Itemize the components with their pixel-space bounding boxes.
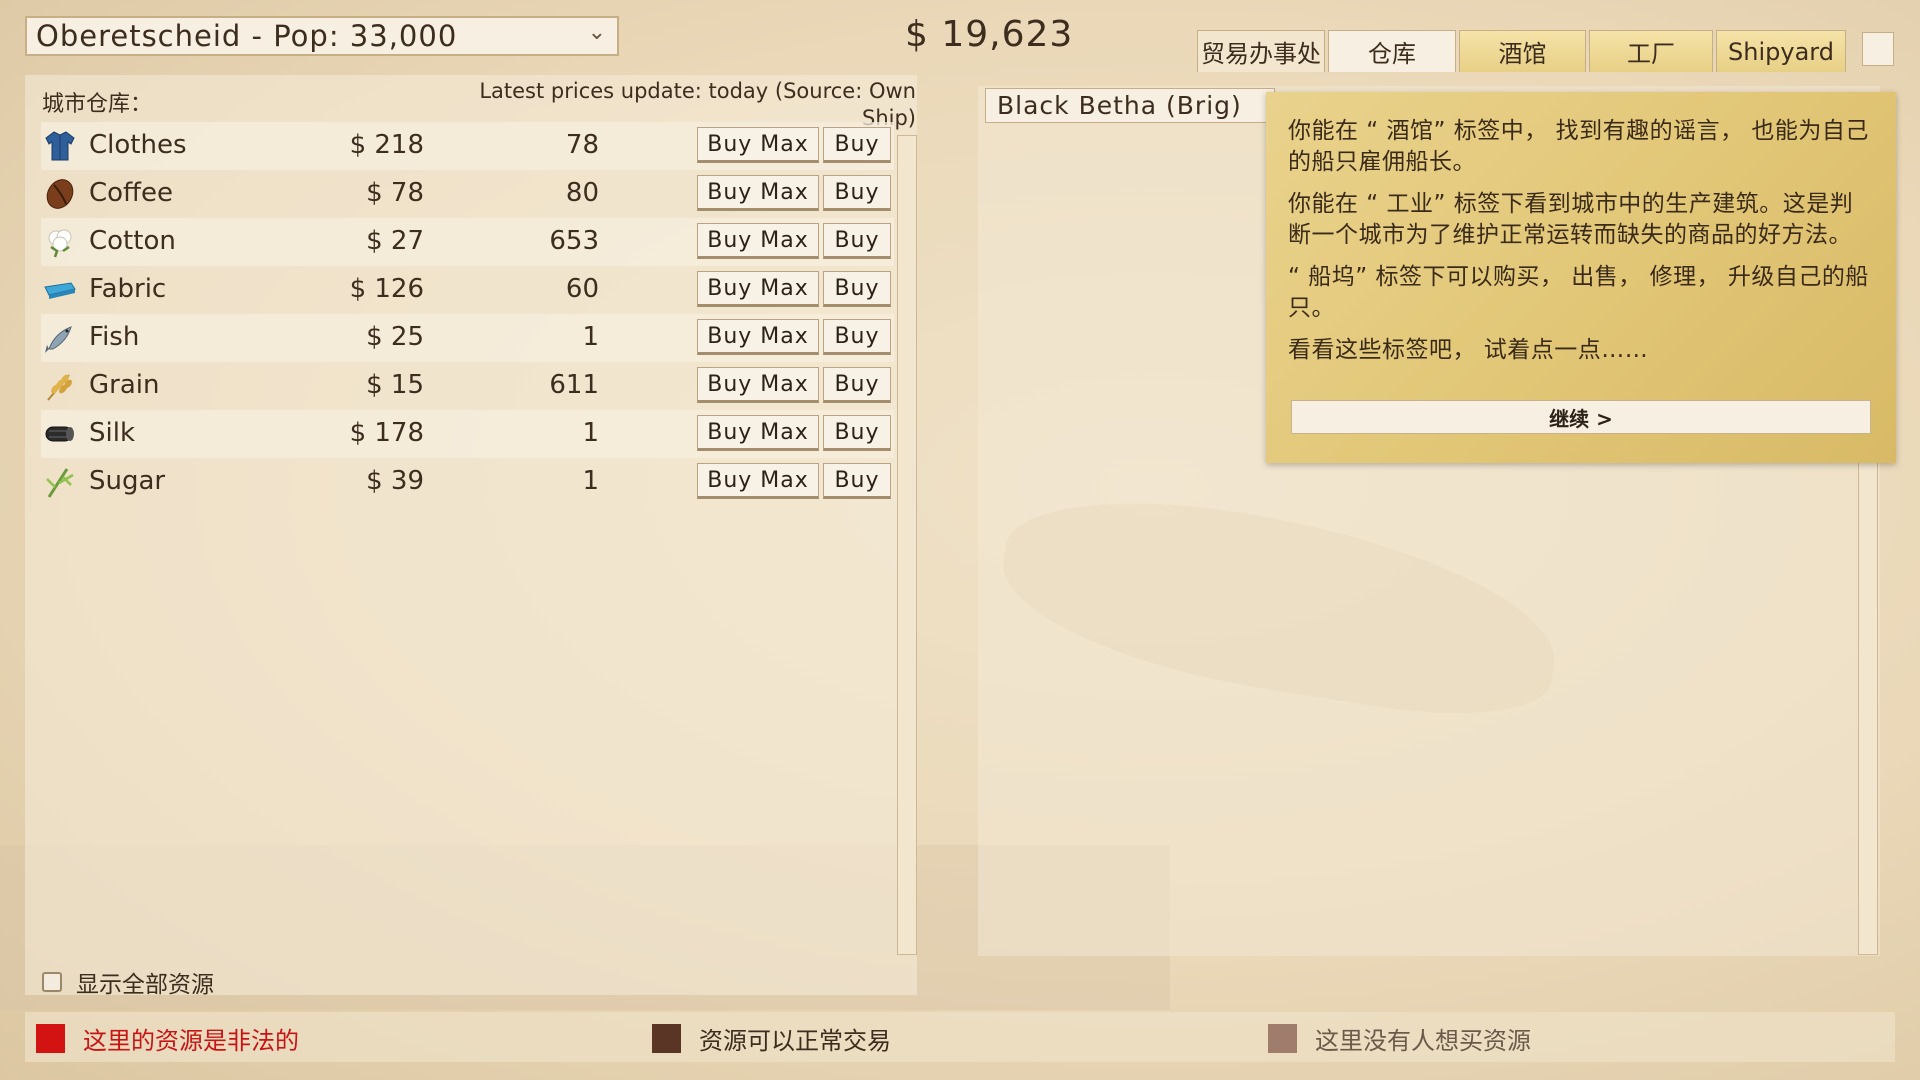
buy-button[interactable]: Buy bbox=[823, 223, 891, 259]
fabric-icon bbox=[44, 282, 76, 299]
cotton-icon bbox=[48, 229, 72, 258]
buy-button[interactable]: Buy bbox=[823, 271, 891, 307]
grain-icon bbox=[47, 374, 72, 401]
goods-list: Clothes $ 218 78 Buy Max Buy Coffee $ 78… bbox=[41, 122, 894, 506]
goods-row: Fabric $ 126 60 Buy Max Buy bbox=[41, 266, 894, 314]
coffee-icon bbox=[46, 179, 74, 209]
goods-row: Cotton $ 27 653 Buy Max Buy bbox=[41, 218, 894, 266]
goods-quantity: 1 bbox=[582, 466, 599, 496]
tooltip-paragraph: 你能在 “ 工业” 标签下看到城市中的生产建筑。这是判断一个城市为了维护正常运转… bbox=[1288, 191, 1854, 248]
goods-name: Clothes bbox=[89, 130, 187, 160]
continue-button[interactable]: 继续 > bbox=[1291, 400, 1871, 434]
buy-max-button[interactable]: Buy Max bbox=[697, 367, 819, 403]
legend-bar bbox=[25, 1012, 1895, 1062]
ship-selector[interactable]: Black Betha (Brig) bbox=[985, 88, 1275, 123]
tooltip-paragraph: 你能在 “ 酒馆” 标签中， 找到有趣的谣言， 也能为自己的船只雇佣船长。 bbox=[1288, 118, 1869, 175]
legend-no-demand: 这里没有人想买资源 bbox=[1268, 1021, 1531, 1056]
goods-quantity: 611 bbox=[549, 370, 599, 400]
buy-button[interactable]: Buy bbox=[823, 319, 891, 355]
legend-swatch bbox=[36, 1024, 65, 1053]
goods-quantity: 1 bbox=[582, 418, 599, 448]
goods-name: Silk bbox=[89, 418, 136, 448]
tooltip-paragraph: 看看这些标签吧， 试着点一点…… bbox=[1288, 337, 1649, 363]
goods-name: Fish bbox=[89, 322, 140, 352]
tutorial-tooltip: 你能在 “ 酒馆” 标签中， 找到有趣的谣言， 也能为自己的船只雇佣船长。 你能… bbox=[1266, 92, 1896, 463]
goods-price: $ 27 bbox=[366, 226, 424, 256]
sugar-icon bbox=[46, 468, 74, 498]
buy-max-button[interactable]: Buy Max bbox=[697, 271, 819, 307]
money-display: $ 19,623 bbox=[905, 14, 1074, 55]
legend-label: 资源可以正常交易 bbox=[699, 1027, 891, 1055]
goods-row: Coffee $ 78 80 Buy Max Buy bbox=[41, 170, 894, 218]
tab-shipyard[interactable]: Shipyard bbox=[1716, 30, 1846, 72]
goods-price: $ 126 bbox=[349, 274, 424, 304]
warehouse-scrollbar[interactable] bbox=[897, 135, 917, 955]
city-select[interactable]: Oberetscheid - Pop: 33,000 ⌄ bbox=[25, 16, 619, 56]
clothes-icon bbox=[45, 131, 75, 161]
chevron-down-icon: ⌄ bbox=[587, 20, 607, 45]
tab-extra-button[interactable] bbox=[1862, 32, 1894, 66]
goods-name: Sugar bbox=[89, 466, 166, 496]
show-all-checkbox[interactable] bbox=[42, 972, 62, 992]
goods-quantity: 78 bbox=[565, 130, 599, 160]
tooltip-paragraph: “ 船坞” 标签下可以购买， 出售， 修理， 升级自己的船只。 bbox=[1288, 264, 1869, 321]
fish-icon bbox=[45, 326, 72, 353]
goods-price: $ 39 bbox=[366, 466, 424, 496]
goods-row: Silk $ 178 1 Buy Max Buy bbox=[41, 410, 894, 458]
buy-button[interactable]: Buy bbox=[823, 127, 891, 163]
goods-name: Coffee bbox=[89, 178, 173, 208]
goods-quantity: 1 bbox=[582, 322, 599, 352]
goods-name: Cotton bbox=[89, 226, 176, 256]
show-all-label: 显示全部资源 bbox=[76, 972, 214, 998]
legend-illegal: 这里的资源是非法的 bbox=[36, 1021, 299, 1056]
buy-max-button[interactable]: Buy Max bbox=[697, 223, 819, 259]
tab-warehouse[interactable]: 仓库 bbox=[1328, 30, 1456, 72]
goods-name: Grain bbox=[89, 370, 160, 400]
goods-row: Grain $ 15 611 Buy Max Buy bbox=[41, 362, 894, 410]
legend-swatch bbox=[1268, 1024, 1297, 1053]
goods-name: Fabric bbox=[89, 274, 167, 304]
tab-trade-office[interactable]: 贸易办事处 bbox=[1197, 30, 1325, 72]
goods-price: $ 78 bbox=[366, 178, 424, 208]
show-all-toggle[interactable]: 显示全部资源 bbox=[42, 965, 214, 999]
legend-label: 这里没有人想买资源 bbox=[1315, 1027, 1531, 1055]
goods-quantity: 80 bbox=[565, 178, 599, 208]
buy-max-button[interactable]: Buy Max bbox=[697, 463, 819, 499]
goods-price: $ 178 bbox=[349, 418, 424, 448]
buy-max-button[interactable]: Buy Max bbox=[697, 319, 819, 355]
buy-button[interactable]: Buy bbox=[823, 175, 891, 211]
tab-tavern[interactable]: 酒馆 bbox=[1459, 30, 1586, 72]
city-select-value: Oberetscheid - Pop: 33,000 bbox=[36, 19, 458, 53]
goods-row: Sugar $ 39 1 Buy Max Buy bbox=[41, 458, 894, 506]
legend-tradeable: 资源可以正常交易 bbox=[652, 1021, 891, 1056]
buy-max-button[interactable]: Buy Max bbox=[697, 127, 819, 163]
tab-factory[interactable]: 工厂 bbox=[1589, 30, 1713, 72]
buy-button[interactable]: Buy bbox=[823, 415, 891, 451]
buy-button[interactable]: Buy bbox=[823, 367, 891, 403]
ship-scrollbar[interactable] bbox=[1858, 400, 1878, 955]
goods-row: Fish $ 25 1 Buy Max Buy bbox=[41, 314, 894, 362]
legend-swatch bbox=[652, 1024, 681, 1053]
goods-price: $ 218 bbox=[349, 130, 424, 160]
goods-row: Clothes $ 218 78 Buy Max Buy bbox=[41, 122, 894, 170]
silk-icon bbox=[45, 426, 74, 442]
buy-button[interactable]: Buy bbox=[823, 463, 891, 499]
warehouse-title: 城市仓库： bbox=[42, 92, 153, 117]
tab-bar: 贸易办事处 仓库 酒馆 工厂 Shipyard bbox=[1197, 30, 1849, 74]
goods-quantity: 60 bbox=[565, 274, 599, 304]
goods-price: $ 15 bbox=[366, 370, 424, 400]
legend-label: 这里的资源是非法的 bbox=[83, 1027, 299, 1055]
buy-max-button[interactable]: Buy Max bbox=[697, 175, 819, 211]
goods-price: $ 25 bbox=[366, 322, 424, 352]
buy-max-button[interactable]: Buy Max bbox=[697, 415, 819, 451]
goods-quantity: 653 bbox=[549, 226, 599, 256]
